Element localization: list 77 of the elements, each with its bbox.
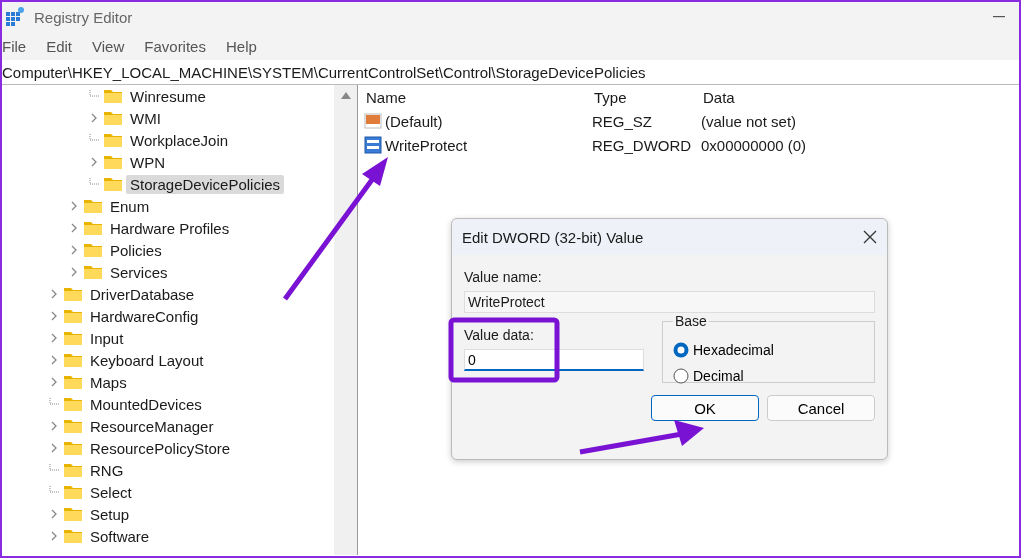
- folder-icon: [84, 243, 102, 257]
- menu-item[interactable]: Favorites: [144, 37, 214, 55]
- value-name-field[interactable]: WriteProtect: [464, 291, 875, 313]
- folder-icon: [64, 331, 82, 345]
- column-header[interactable]: Name: [364, 88, 592, 106]
- tree-item[interactable]: Maps: [86, 372, 131, 392]
- dialog-button[interactable]: Cancel: [767, 395, 875, 421]
- dialog-title: Edit DWORD (32-bit) Value: [462, 228, 644, 246]
- field-label: Value name:: [464, 269, 543, 285]
- tree-item[interactable]: Setup: [86, 504, 134, 524]
- close-icon[interactable]: [863, 230, 877, 244]
- menu-item[interactable]: Edit: [46, 37, 81, 55]
- binary-value-icon: [364, 136, 382, 154]
- value-data-field[interactable]: 0: [464, 349, 644, 371]
- tree-item[interactable]: Select: [86, 482, 136, 502]
- folder-icon: [104, 133, 122, 147]
- folder-icon: [84, 265, 102, 279]
- tree-item[interactable]: RNG: [86, 460, 128, 480]
- tree-item[interactable]: Services: [106, 262, 172, 282]
- folder-icon: [64, 441, 82, 455]
- folder-icon: [64, 463, 82, 477]
- folder-icon: [64, 309, 82, 323]
- tree-item[interactable]: Enum: [106, 196, 154, 216]
- registry-icon: [4, 6, 26, 28]
- tree-item[interactable]: StorageDevicePolicies: [126, 174, 285, 194]
- value-data: (value not set): [701, 112, 798, 130]
- value-type: REG_SZ: [592, 112, 653, 130]
- tree-item[interactable]: Software: [86, 526, 154, 546]
- menu-item[interactable]: Help: [225, 37, 265, 55]
- value-data: 0x00000000 (0): [701, 136, 808, 154]
- tree-item[interactable]: ResourceManager: [86, 416, 218, 436]
- tree-item[interactable]: Policies: [106, 240, 166, 260]
- value-name[interactable]: (Default): [385, 112, 443, 130]
- tree-item[interactable]: Hardware Profiles: [106, 218, 234, 238]
- folder-icon: [104, 155, 122, 169]
- scroll-up-icon[interactable]: [339, 91, 352, 99]
- value-name[interactable]: WriteProtect: [385, 136, 468, 154]
- folder-icon: [64, 397, 82, 411]
- folder-icon: [84, 221, 102, 235]
- radio-button[interactable]: Decimal: [673, 363, 744, 389]
- folder-icon: [64, 419, 82, 433]
- tree-item[interactable]: MountedDevices: [86, 394, 206, 414]
- radio-icon: [673, 342, 689, 358]
- scrollbar[interactable]: [334, 85, 358, 555]
- column-header[interactable]: Type: [592, 88, 701, 106]
- folder-icon: [104, 89, 122, 103]
- folder-icon: [64, 507, 82, 521]
- tree-item[interactable]: Keyboard Layout: [86, 350, 208, 370]
- dialog-button[interactable]: OK: [651, 395, 759, 421]
- menu-item[interactable]: View: [92, 37, 133, 55]
- tree-item[interactable]: Input: [86, 328, 128, 348]
- folder-icon: [64, 353, 82, 367]
- folder-icon: [104, 177, 122, 191]
- folder-icon: [84, 199, 102, 213]
- tree-item[interactable]: DriverDatabase: [86, 284, 199, 304]
- tree-item[interactable]: WorkplaceJoin: [126, 130, 233, 150]
- tree-item[interactable]: WMI: [126, 108, 165, 128]
- folder-icon: [64, 529, 82, 543]
- tree-item[interactable]: WPN: [126, 152, 169, 172]
- string-value-icon: [364, 112, 382, 130]
- tree-item[interactable]: HardwareConfig: [86, 306, 203, 326]
- radio-button[interactable]: Hexadecimal: [673, 337, 774, 363]
- value-type: REG_DWORD: [592, 136, 693, 154]
- menu-item[interactable]: File: [2, 37, 35, 55]
- column-header[interactable]: Data: [701, 88, 1019, 106]
- radio-icon: [673, 368, 689, 384]
- folder-icon: [104, 111, 122, 125]
- folder-icon: [64, 287, 82, 301]
- field-label: Value data:: [464, 327, 535, 343]
- tree-item[interactable]: ResourcePolicyStore: [86, 438, 235, 458]
- window-title: Registry Editor: [34, 8, 133, 26]
- group-label: Base: [674, 313, 708, 329]
- minimize-icon[interactable]: [993, 16, 1005, 18]
- tree-item[interactable]: Winresume: [126, 86, 210, 106]
- folder-icon: [64, 485, 82, 499]
- address-bar[interactable]: Computer\HKEY_LOCAL_MACHINE\SYSTEM\CurrentControlSet\Control\StorageDevicePolicies: [2, 60, 1019, 85]
- folder-icon: [64, 375, 82, 389]
